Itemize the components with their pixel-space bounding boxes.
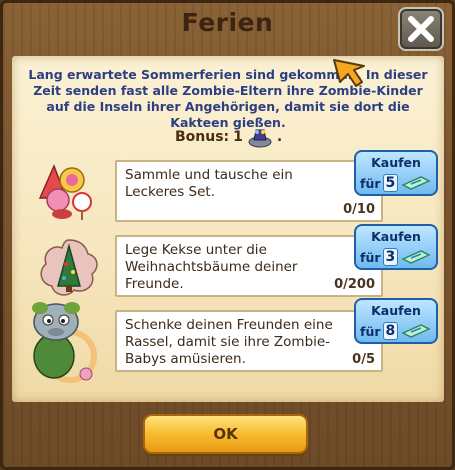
buy-task-3-button[interactable]: Kaufen für 8 — [354, 298, 438, 344]
task-card: Schenke deinen Freunden eine Rassel, dam… — [115, 310, 383, 372]
buy-cost: 5 — [382, 174, 399, 192]
dialog-title: Ferien — [181, 8, 274, 37]
ok-button[interactable]: OK — [143, 414, 308, 454]
task-text: Lege Kekse unter die Weihnachtsbäume dei… — [125, 242, 298, 292]
buy-label: Kaufen — [371, 155, 421, 170]
zombie-baby-rattle-icon — [22, 298, 106, 388]
bonus-suffix: . — [276, 129, 283, 145]
ok-label: OK — [213, 425, 238, 443]
task-progress: 0/5 — [352, 352, 375, 367]
gift-bag-icon — [248, 129, 272, 148]
task-card: Lege Kekse unter die Weihnachtsbäume dei… — [115, 235, 383, 297]
banknote-icon — [401, 176, 432, 190]
banknote-icon — [401, 250, 432, 264]
bonus-value: 1 — [233, 129, 243, 145]
buy-task-2-button[interactable]: Kaufen für 3 — [354, 224, 438, 270]
task-text: Sammle und tausche ein Leckeres Set. — [125, 167, 293, 200]
task-progress: 0/10 — [343, 202, 375, 217]
buy-for-label: für — [360, 175, 381, 191]
buy-cost: 3 — [382, 248, 399, 266]
christmas-cookie-icon — [36, 236, 102, 302]
buy-cost-row: für 5 — [360, 174, 432, 192]
buy-label: Kaufen — [371, 303, 421, 318]
task-card: Sammle und tausche ein Leckeres Set. 0/1… — [115, 160, 383, 222]
bonus-row: Bonus: 1 . — [175, 126, 282, 148]
buy-label: Kaufen — [371, 229, 421, 244]
buy-for-label: für — [360, 249, 381, 265]
buy-for-label: für — [360, 323, 381, 339]
task-progress: 0/200 — [334, 277, 375, 292]
close-icon — [408, 16, 434, 42]
buy-cost: 8 — [382, 322, 399, 340]
buy-cost-row: für 8 — [360, 322, 432, 340]
close-button[interactable] — [398, 7, 444, 51]
buy-cost-row: für 3 — [360, 248, 432, 266]
mouse-cursor-icon — [330, 56, 370, 94]
bonus-label: Bonus: — [175, 129, 230, 145]
buy-task-1-button[interactable]: Kaufen für 5 — [354, 150, 438, 196]
candy-set-icon — [32, 158, 104, 226]
banknote-icon — [401, 324, 432, 338]
task-text: Schenke deinen Freunden eine Rassel, dam… — [125, 317, 333, 367]
